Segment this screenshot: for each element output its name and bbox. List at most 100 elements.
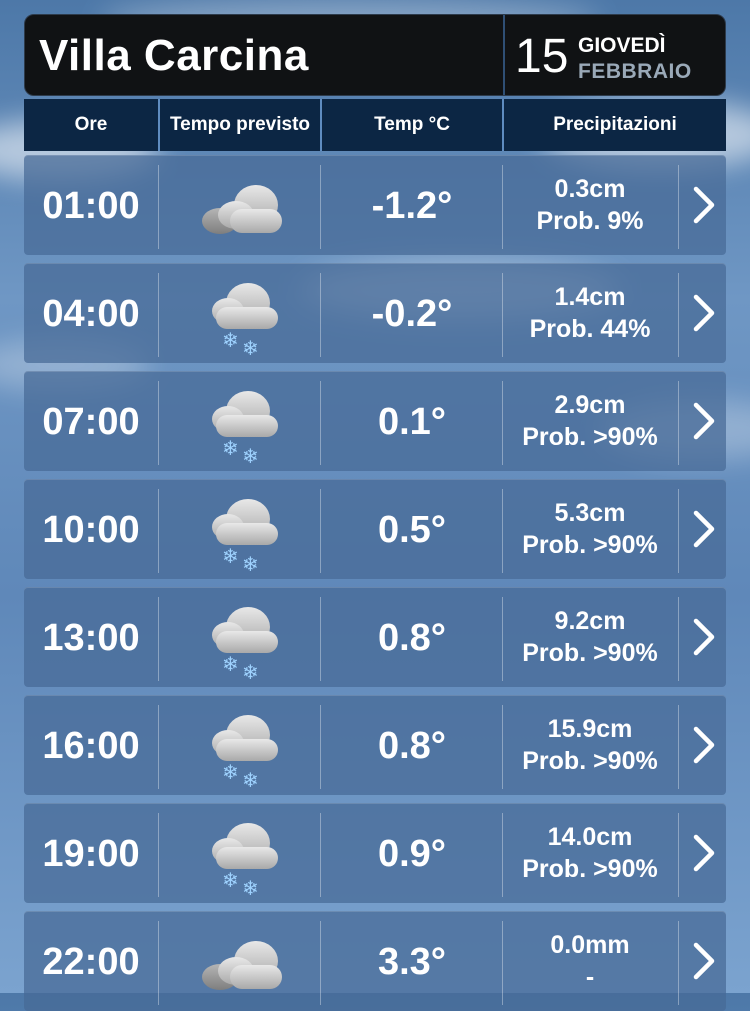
forecast-temp: -1.2°	[371, 185, 453, 227]
forecast-time: 13:00	[42, 617, 140, 659]
column-header-temp: Temp °C	[374, 114, 450, 135]
snow-icon: ❄ ❄	[196, 813, 286, 900]
cell-divider	[502, 273, 503, 357]
precip-probability: Prob. >90%	[522, 747, 658, 775]
precip-probability: Prob. 44%	[529, 315, 651, 343]
chevron-right-icon[interactable]	[688, 291, 718, 335]
forecast-row[interactable]: 07:00 ❄ ❄ 0.1° 2.9cm Prob. >90%	[24, 371, 726, 471]
forecast-temp: 0.9°	[377, 833, 447, 875]
forecast-time: 16:00	[42, 725, 140, 767]
cell-divider	[678, 921, 679, 1005]
precip-probability: Prob. >90%	[522, 855, 658, 883]
column-header-forecast: Tempo previsto	[169, 114, 311, 135]
cell-divider	[320, 705, 321, 789]
forecast-row[interactable]: 16:00 ❄ ❄ 0.8° 15.9cm Prob. >90%	[24, 695, 726, 795]
forecast-time: 19:00	[42, 833, 140, 875]
day-name: GIOVEDÌ	[578, 34, 666, 57]
cell-divider	[502, 489, 503, 573]
chevron-right-icon[interactable]	[688, 831, 718, 875]
chevron-right-icon[interactable]	[688, 507, 718, 551]
svg-text:❄: ❄	[222, 328, 239, 352]
snow-icon: ❄ ❄	[196, 597, 286, 684]
forecast-temp: 0.5°	[377, 509, 447, 551]
column-header-time: Ore	[74, 114, 108, 135]
forecast-temp: -0.2°	[371, 293, 453, 335]
city-name: Villa Carcina	[39, 31, 309, 80]
svg-text:❄: ❄	[242, 336, 259, 357]
chevron-right-icon[interactable]	[688, 183, 718, 227]
precip-amount: 2.9cm	[554, 391, 626, 419]
cell-divider	[502, 597, 503, 681]
cell-divider	[678, 165, 679, 249]
forecast-row[interactable]: 19:00 ❄ ❄ 0.9° 14.0cm Prob. >90%	[24, 803, 726, 903]
svg-text:❄: ❄	[222, 436, 239, 460]
cell-divider	[158, 273, 159, 357]
precip-amount: 1.4cm	[554, 283, 626, 311]
chevron-right-icon[interactable]	[688, 723, 718, 767]
forecast-row[interactable]: 22:00 3.3° 0.0mm -	[24, 911, 726, 1011]
cell-divider	[320, 165, 321, 249]
header-divider	[503, 15, 505, 95]
column-headers: Ore Tempo previsto Temp °C Precipitazion…	[24, 99, 726, 151]
cell-divider	[158, 381, 159, 465]
cell-divider	[320, 597, 321, 681]
forecast-time: 07:00	[42, 401, 140, 443]
cell-divider	[158, 165, 159, 249]
precip-probability: Prob. >90%	[522, 639, 658, 667]
precip-probability: Prob. >90%	[522, 531, 658, 559]
precip-probability: Prob. >90%	[522, 423, 658, 451]
snow-icon: ❄ ❄	[196, 273, 286, 360]
cell-divider	[678, 381, 679, 465]
cell-divider	[502, 381, 503, 465]
cell-divider	[678, 705, 679, 789]
cell-divider	[502, 705, 503, 789]
day-number: 15	[515, 30, 569, 83]
forecast-temp: 0.8°	[377, 725, 447, 767]
cloudy-icon	[196, 165, 286, 249]
precip-amount: 15.9cm	[547, 715, 633, 743]
forecast-row[interactable]: 10:00 ❄ ❄ 0.5° 5.3cm Prob. >90%	[24, 479, 726, 579]
cell-divider	[158, 705, 159, 789]
cell-divider	[158, 813, 159, 897]
precip-amount: 14.0cm	[547, 823, 633, 851]
cloudy-icon	[196, 921, 286, 1005]
chevron-right-icon[interactable]	[688, 615, 718, 659]
svg-text:❄: ❄	[222, 868, 239, 892]
chevron-right-icon[interactable]	[688, 399, 718, 443]
forecast-row[interactable]: 04:00 ❄ ❄ -0.2° 1.4cm Prob. 44%	[24, 263, 726, 363]
cell-divider	[320, 273, 321, 357]
column-header-precip: Precipitazioni	[553, 114, 677, 135]
precip-amount: 0.3cm	[554, 175, 626, 203]
svg-text:❄: ❄	[242, 444, 259, 465]
svg-text:❄: ❄	[242, 552, 259, 573]
precip-amount: 5.3cm	[554, 499, 626, 527]
cell-divider	[502, 813, 503, 897]
forecast-time: 10:00	[42, 509, 140, 551]
forecast-temp: 0.1°	[377, 401, 447, 443]
cell-divider	[158, 921, 159, 1005]
forecast-row[interactable]: 01:00 -1.2° 0.3cm Prob. 9%	[24, 155, 726, 255]
location-header: Villa Carcina 15 GIOVEDÌ FEBBRAIO	[24, 14, 726, 96]
chevron-right-icon[interactable]	[688, 939, 718, 983]
month-name: FEBBRAIO	[578, 60, 692, 83]
cell-divider	[320, 381, 321, 465]
cell-divider	[158, 597, 159, 681]
forecast-temp: 3.3°	[377, 941, 447, 983]
svg-text:❄: ❄	[242, 768, 259, 789]
cell-divider	[678, 273, 679, 357]
cell-divider	[320, 921, 321, 1005]
cell-divider	[678, 597, 679, 681]
snow-icon: ❄ ❄	[196, 489, 286, 576]
cell-divider	[502, 165, 503, 249]
svg-text:❄: ❄	[222, 760, 239, 784]
forecast-row[interactable]: 13:00 ❄ ❄ 0.8° 9.2cm Prob. >90%	[24, 587, 726, 687]
cell-divider	[320, 813, 321, 897]
snow-icon: ❄ ❄	[196, 381, 286, 468]
svg-text:❄: ❄	[242, 660, 259, 681]
cell-divider	[678, 489, 679, 573]
cell-divider	[678, 813, 679, 897]
forecast-time: 04:00	[42, 293, 140, 335]
cell-divider	[502, 921, 503, 1005]
cell-divider	[320, 489, 321, 573]
precip-amount: 0.0mm	[550, 931, 630, 959]
